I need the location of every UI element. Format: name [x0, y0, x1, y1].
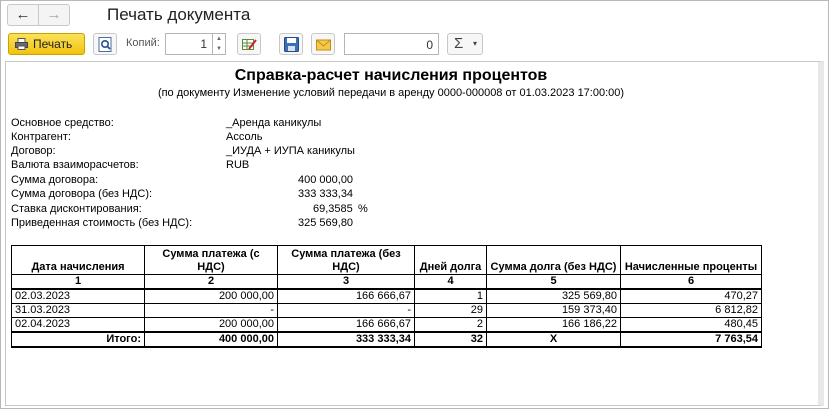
table-cell: 166 666,67 — [277, 288, 415, 304]
window-title: Печать документа — [107, 5, 251, 24]
floppy-disk-icon — [284, 37, 299, 52]
sigma-icon: Σ — [454, 35, 464, 52]
stepper-up-icon[interactable]: ▲ — [213, 34, 225, 44]
printer-icon — [15, 38, 28, 50]
info-value-contract: _ИУДА + ИУПА каникулы — [226, 145, 355, 157]
column-number: 5 — [486, 274, 621, 290]
sum-button[interactable]: Σ ▾ — [447, 33, 483, 55]
column-number: 3 — [277, 274, 415, 290]
total-cell: 333 333,34 — [277, 330, 415, 348]
table-cell: 29 — [414, 302, 487, 318]
info-label-contract-sum-net: Сумма договора (без НДС): — [11, 188, 153, 200]
chevron-down-icon: ▾ — [473, 39, 478, 48]
table-cell: 166 186,22 — [486, 316, 621, 332]
table-cell: 159 373,40 — [486, 302, 621, 318]
info-value-present-value: 325 569,80 — [298, 217, 354, 229]
table-cell: 02.04.2023 — [11, 316, 145, 332]
total-cell: X — [486, 330, 621, 348]
stepper-down-icon[interactable]: ▼ — [213, 44, 225, 54]
column-number-row: 1 2 3 4 5 6 — [11, 274, 762, 290]
info-label-present-value: Приведенная стоимость (без НДС): — [11, 217, 193, 229]
sum-field[interactable]: 0 — [344, 33, 439, 55]
table-cell: - — [144, 302, 278, 318]
info-value-contract-sum: 400 000,00 — [298, 174, 354, 186]
info-label-contract-sum: Сумма договора: — [11, 174, 99, 186]
table-cell: 1 — [414, 288, 487, 304]
column-header: Начисленные проценты — [620, 245, 762, 275]
info-label-currency: Валюта взаиморасчетов: — [11, 159, 139, 171]
column-number: 4 — [414, 274, 487, 290]
send-email-button[interactable] — [311, 33, 335, 55]
edit-button[interactable] — [237, 33, 261, 55]
column-header: Дней долга — [414, 245, 487, 275]
save-button[interactable] — [279, 33, 303, 55]
magnifier-page-icon — [98, 37, 112, 52]
info-label-counterparty: Контрагент: — [11, 131, 71, 143]
table-cell: 02.03.2023 — [11, 288, 145, 304]
print-button-label: Печать — [33, 37, 73, 51]
table-cell: 200 000,00 — [144, 316, 278, 332]
print-document-window: ← → Печать документа Печать Копий: 1 ▲ ▼ — [0, 0, 829, 409]
copies-label: Копий: — [126, 37, 160, 49]
arrow-right-icon: → — [46, 6, 62, 23]
envelope-icon — [316, 39, 331, 51]
print-button[interactable]: Печать — [8, 33, 85, 55]
column-number: 6 — [620, 274, 762, 290]
info-label-contract: Договор: — [11, 145, 56, 157]
back-button[interactable]: ← — [7, 4, 39, 26]
table-cell: - — [277, 302, 415, 318]
toolbar: Печать Копий: 1 ▲ ▼ 0 Σ ▾ — [1, 31, 828, 57]
info-value-asset: _Аренда каникулы — [226, 117, 322, 129]
document-subtitle: (по документу Изменение условий передачи… — [157, 87, 625, 99]
info-unit-percent: % — [358, 203, 368, 215]
info-label-discount-rate: Ставка дисконтирования: — [11, 203, 142, 215]
document-area[interactable]: Справка-расчет начисления процентов (по … — [5, 61, 824, 406]
table-header-row: Дата начисления Сумма платежа (с НДС) Су… — [11, 245, 762, 275]
column-header: Сумма платежа (с НДС) — [144, 245, 278, 275]
column-number: 2 — [144, 274, 278, 290]
table-cell: 31.03.2023 — [11, 302, 145, 318]
table-cell: 200 000,00 — [144, 288, 278, 304]
info-value-counterparty: Ассоль — [226, 131, 263, 143]
column-header: Дата начисления — [11, 245, 145, 275]
column-header: Сумма платежа (без НДС) — [277, 245, 415, 275]
document-title: Справка-расчет начисления процентов — [234, 67, 548, 84]
table-cell: 166 666,67 — [277, 316, 415, 332]
interest-table: Дата начисления Сумма платежа (с НДС) Су… — [11, 245, 762, 348]
table-cell: 6 812,82 — [620, 302, 762, 318]
edit-table-icon — [242, 39, 257, 50]
table-cell: 470,27 — [620, 288, 762, 304]
total-cell: 400 000,00 — [144, 330, 278, 348]
info-value-discount-rate: 69,3585 — [313, 203, 353, 215]
total-cell: 7 763,54 — [620, 330, 762, 348]
preview-button[interactable] — [93, 33, 117, 55]
column-header: Сумма долга (без НДС) — [486, 245, 621, 275]
table-total-row: Итого: 400 000,00 333 333,34 32 X 7 763,… — [11, 330, 762, 348]
total-label: Итого: — [11, 330, 145, 348]
table-cell: 480,45 — [620, 316, 762, 332]
table-cell: 2 — [414, 316, 487, 332]
table-cell: 325 569,80 — [486, 288, 621, 304]
copies-input[interactable]: 1 — [165, 33, 213, 55]
table-row: 31.03.2023 - - 29 159 373,40 6 812,82 — [11, 302, 762, 318]
table-row: 02.04.2023 200 000,00 166 666,67 2 166 1… — [11, 316, 762, 332]
info-value-contract-sum-net: 333 333,34 — [298, 188, 354, 200]
info-label-asset: Основное средство: — [11, 117, 114, 129]
table-row: 02.03.2023 200 000,00 166 666,67 1 325 5… — [11, 288, 762, 304]
arrow-left-icon: ← — [15, 6, 31, 23]
info-value-currency: RUB — [226, 159, 250, 171]
copies-stepper[interactable]: ▲ ▼ — [213, 33, 226, 55]
total-cell: 32 — [414, 330, 487, 348]
forward-button[interactable]: → — [38, 4, 70, 26]
column-number: 1 — [11, 274, 145, 290]
